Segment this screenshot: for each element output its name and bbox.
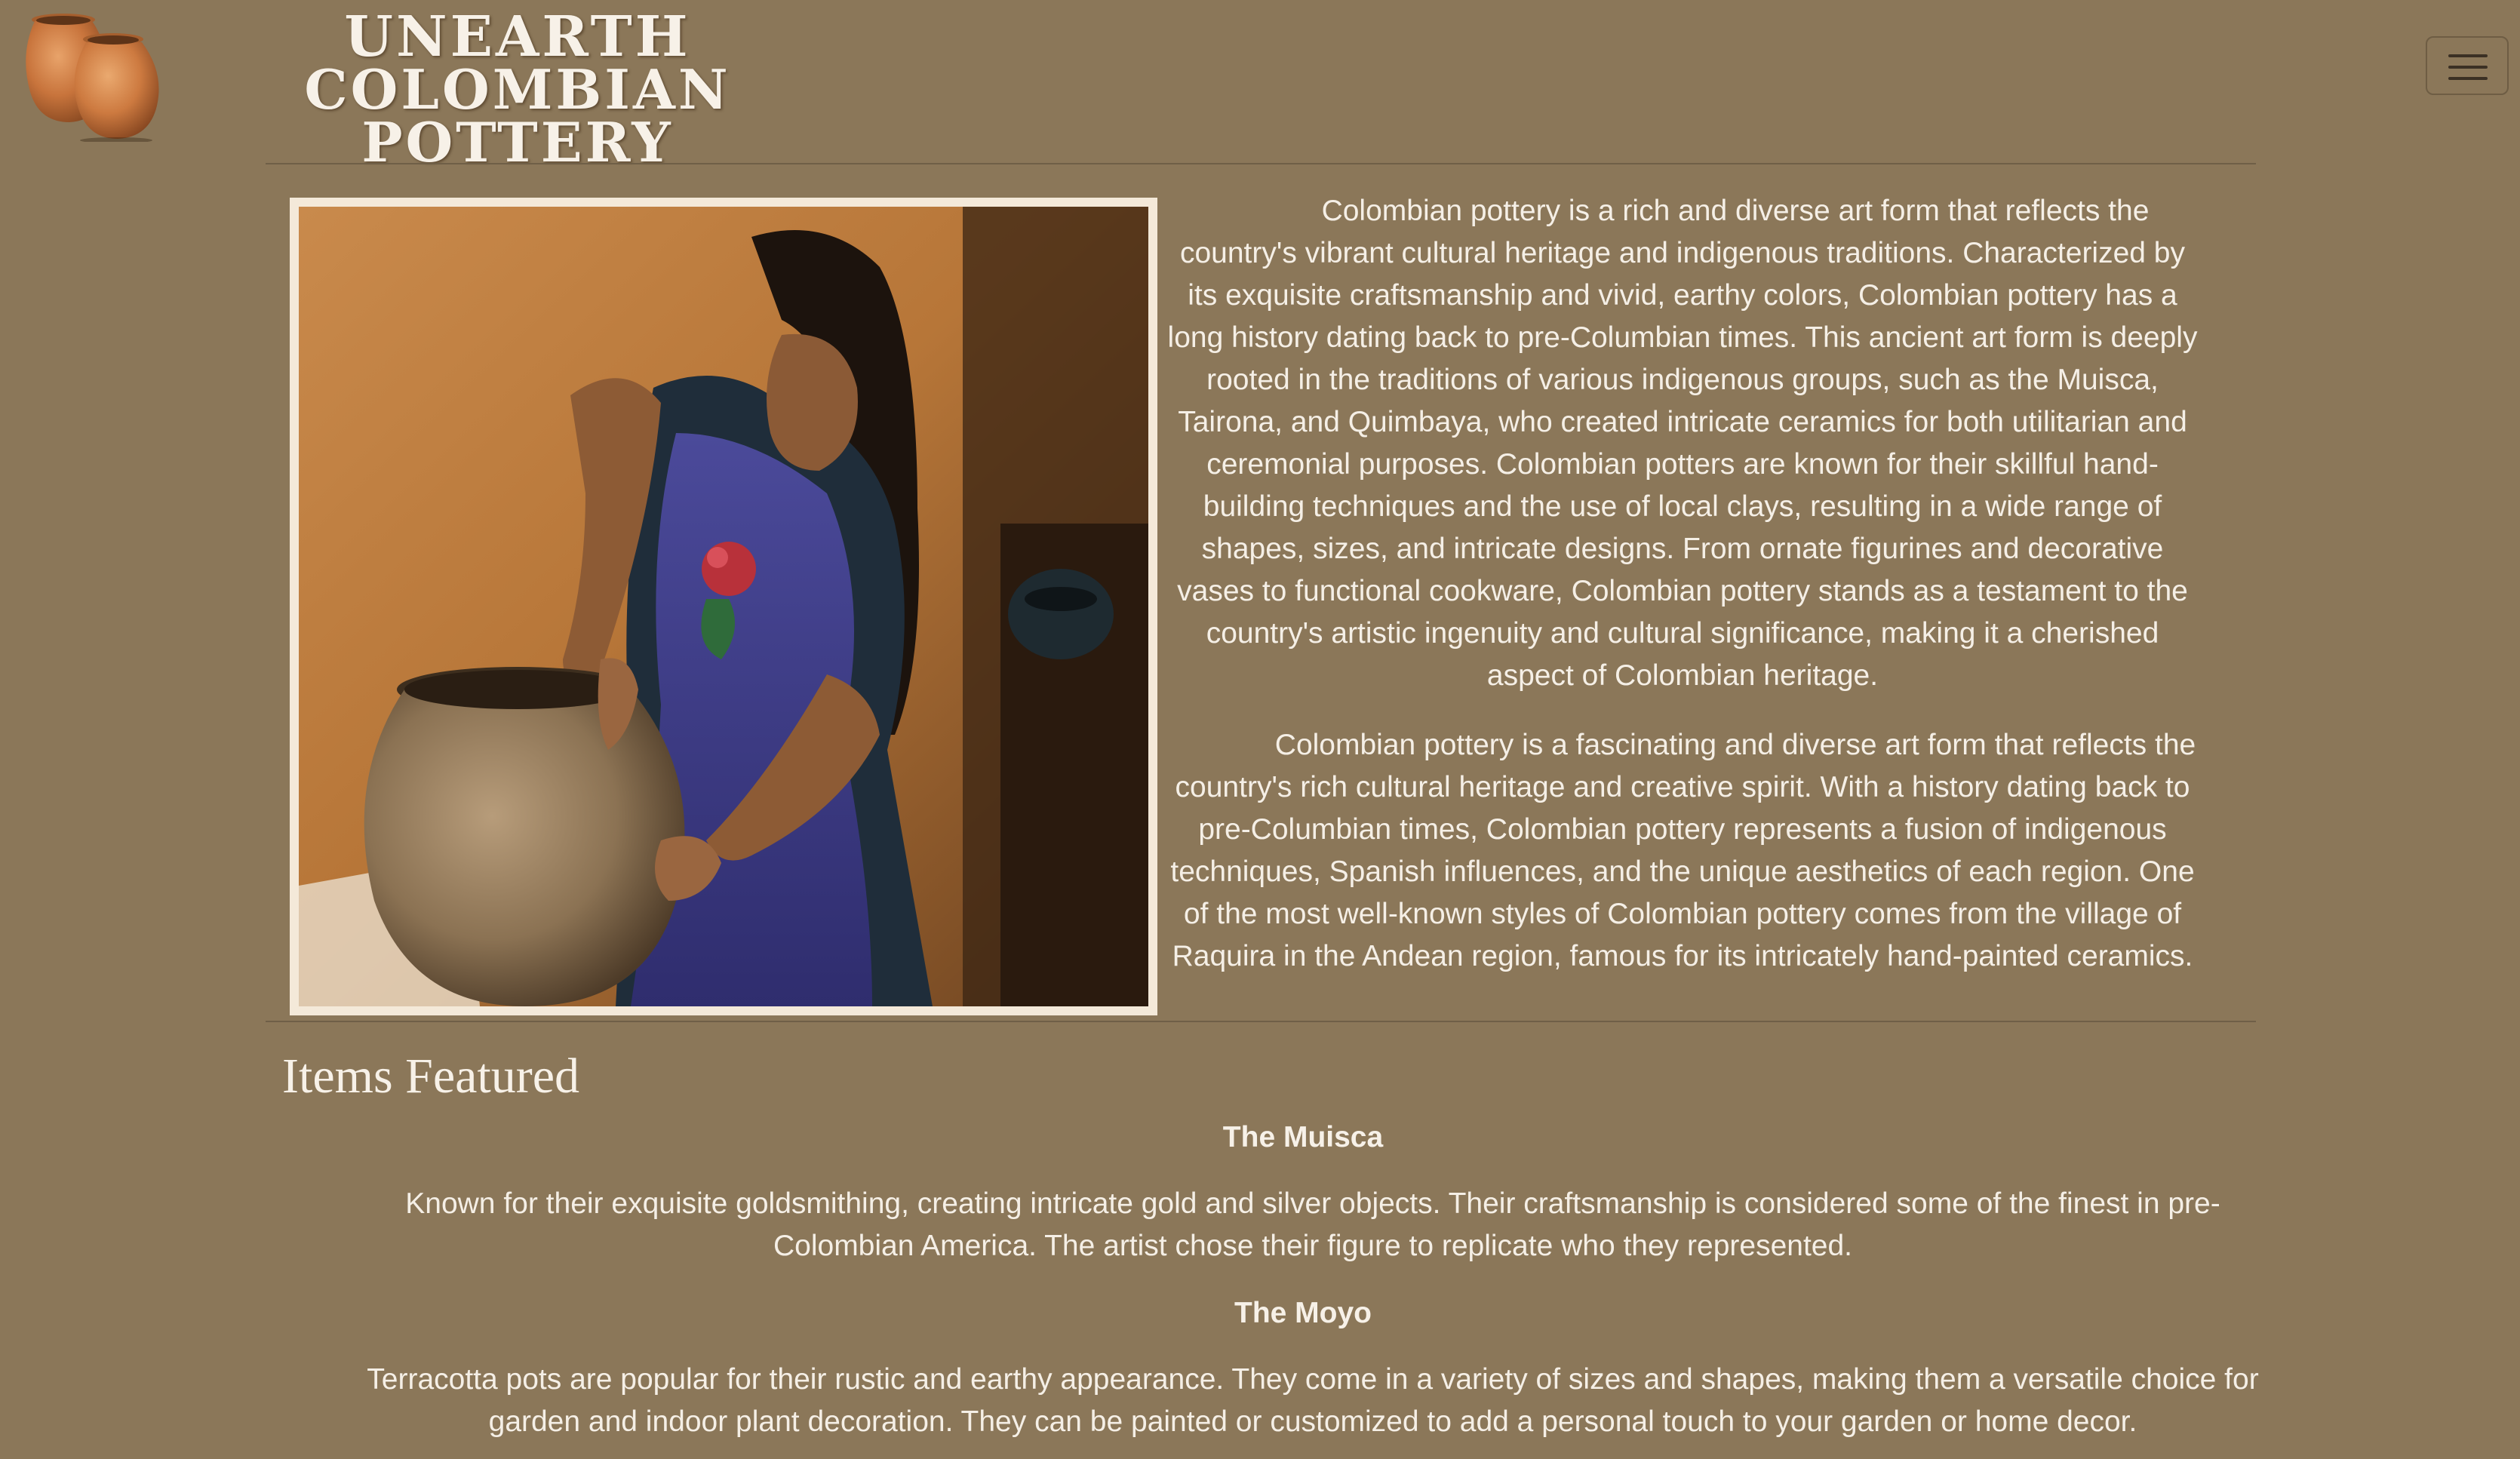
site-header: UNEARTH COLOMBIAN POTTERY (0, 0, 2520, 170)
intro-text: Colombian pottery is a rich and diverse … (1162, 190, 2203, 1005)
hamburger-menu-icon-bar (2448, 66, 2488, 69)
brand-line-1: UNEARTH (344, 5, 691, 69)
intro-paragraph: Colombian pottery is a rich and diverse … (1167, 195, 2198, 692)
potter-photo (299, 207, 1148, 1006)
intro-paragraph: Colombian pottery is a fascinating and d… (1170, 729, 2196, 972)
header-divider (266, 163, 2256, 164)
featured-item-description: Terracotta pots are popular for their ru… (367, 1363, 2259, 1438)
pottery-vases-logo-icon[interactable] (17, 9, 167, 142)
featured-item-title: The Muisca (1222, 1121, 1384, 1153)
items-featured-heading: Items Featured (282, 1049, 580, 1104)
navbar-toggle-button[interactable] (2426, 36, 2509, 95)
potter-photo-frame (290, 198, 1157, 1015)
brand-line-2: COLOMBIAN POTTERY (304, 57, 731, 174)
site-brand-title[interactable]: UNEARTH COLOMBIAN POTTERY (178, 5, 857, 174)
section-divider (266, 1021, 2256, 1022)
hamburger-menu-icon (2448, 54, 2488, 57)
featured-item-title: The Moyo (1234, 1297, 1372, 1329)
hamburger-menu-icon-bar (2448, 77, 2488, 80)
featured-item-description: Known for their exquisite goldsmithing, … (405, 1187, 2220, 1262)
